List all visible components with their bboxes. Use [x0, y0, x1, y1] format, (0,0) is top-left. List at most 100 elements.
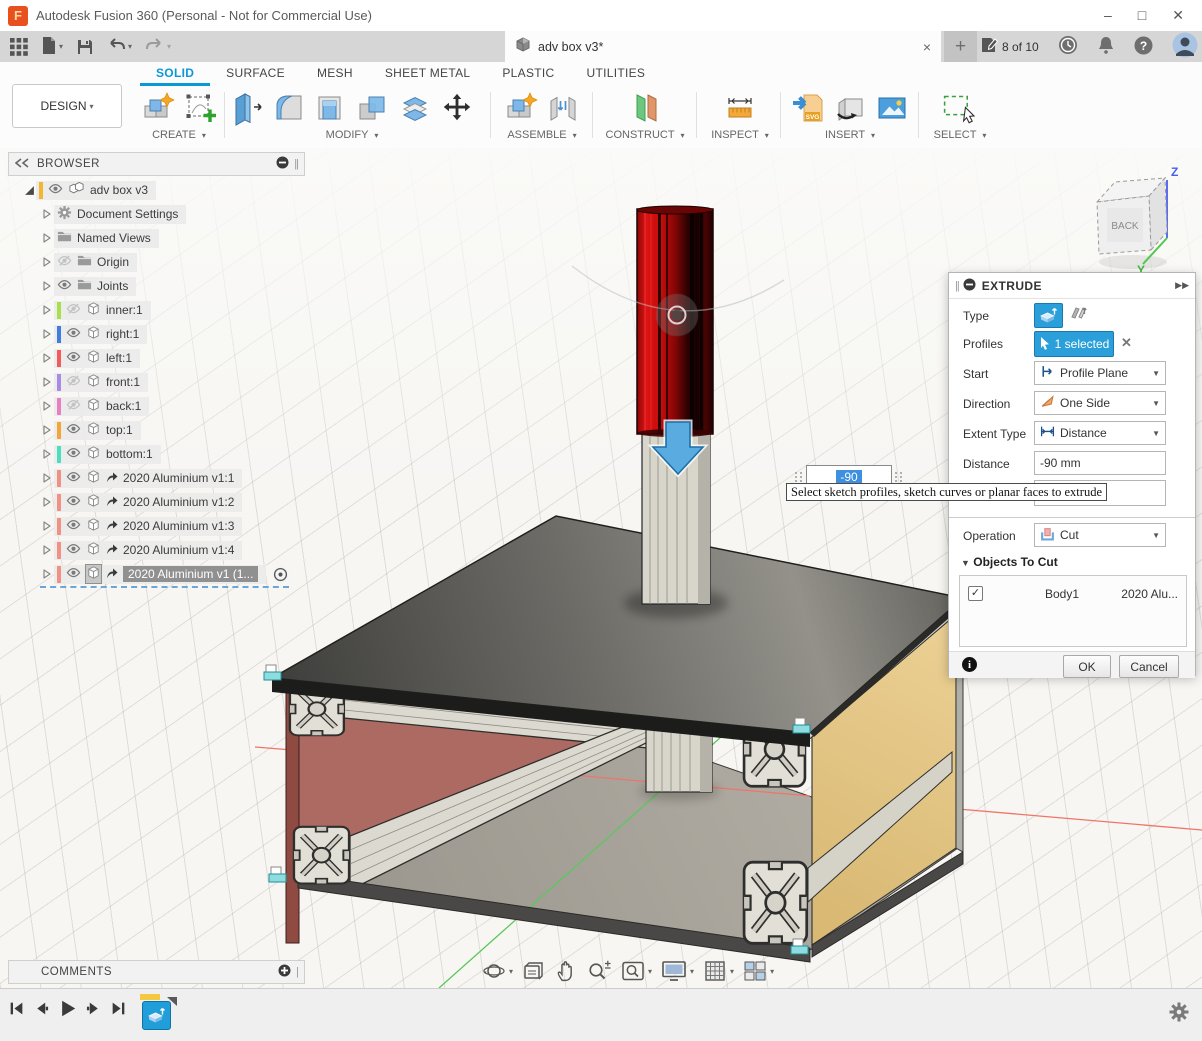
- tab-sheet-metal[interactable]: SHEET METAL: [369, 62, 487, 86]
- browser-item-2020-aluminium-v1-1[interactable]: 2020 Aluminium v1 (1...: [40, 562, 289, 588]
- visibility-on-icon[interactable]: [66, 471, 81, 485]
- visibility-on-icon[interactable]: [66, 543, 81, 557]
- visibility-on-icon[interactable]: [66, 423, 81, 437]
- skip-start-button[interactable]: [8, 1000, 25, 1020]
- add-comment-icon[interactable]: [278, 964, 291, 980]
- distance-value-selected[interactable]: -90: [836, 470, 861, 484]
- group-label-modify[interactable]: MODIFY ▾: [228, 129, 476, 141]
- measure-icon[interactable]: [721, 89, 759, 127]
- expander-icon[interactable]: [40, 449, 54, 459]
- timeline-end-marker[interactable]: [167, 997, 177, 1006]
- browser-item-2020-aluminium-v1-1[interactable]: 2020 Aluminium v1:1: [40, 466, 242, 490]
- comments-panel-header[interactable]: COMMENTS |: [8, 960, 305, 984]
- expander-icon[interactable]: [40, 257, 54, 267]
- split-icon[interactable]: [396, 89, 434, 127]
- browser-item-front-1[interactable]: front:1: [40, 370, 148, 394]
- visibility-on-icon[interactable]: [48, 183, 63, 197]
- fillet-icon[interactable]: [270, 89, 308, 127]
- expander-icon[interactable]: [40, 425, 54, 435]
- save-button[interactable]: [77, 39, 93, 55]
- fit-tool[interactable]: ▾: [621, 959, 652, 983]
- browser-item-joints[interactable]: Joints: [40, 274, 136, 298]
- group-label-create[interactable]: CREATE ▾: [132, 129, 226, 141]
- new-body-icon[interactable]: [139, 89, 177, 127]
- visibility-off-icon[interactable]: [66, 303, 81, 317]
- job-status-icon[interactable]: [1058, 35, 1078, 58]
- expander-icon[interactable]: [40, 377, 54, 387]
- browser-item-bottom-1[interactable]: bottom:1: [40, 442, 161, 466]
- object-row[interactable]: ✓ Body1 2020 Alu...: [960, 576, 1186, 611]
- browser-item-adv-box-v3[interactable]: adv box v3: [22, 178, 156, 202]
- avatar[interactable]: [1172, 32, 1198, 61]
- app-launcher-icon[interactable]: [10, 38, 28, 56]
- browser-item-back-1[interactable]: back:1: [40, 394, 149, 418]
- type-thin-button[interactable]: [1065, 303, 1092, 326]
- tab-mesh[interactable]: MESH: [301, 62, 369, 86]
- display-settings-tool[interactable]: ▾: [661, 959, 694, 983]
- expander-icon[interactable]: [40, 233, 54, 243]
- group-label-construct[interactable]: CONSTRUCT ▾: [596, 129, 694, 141]
- expander-icon[interactable]: [40, 569, 54, 579]
- start-dropdown[interactable]: Profile Plane▼: [1034, 361, 1166, 385]
- dialog-collapse-icon[interactable]: [963, 278, 976, 294]
- visibility-on-icon[interactable]: [66, 519, 81, 533]
- new-component-icon[interactable]: [502, 89, 540, 127]
- browser-item-inner-1[interactable]: inner:1: [40, 298, 151, 322]
- construct-plane-icon[interactable]: [626, 89, 664, 127]
- browser-item-document-settings[interactable]: Document Settings: [40, 202, 186, 226]
- expander-icon[interactable]: [40, 281, 54, 291]
- viewports-tool[interactable]: ▾: [743, 959, 774, 983]
- visibility-off-icon[interactable]: [57, 255, 72, 269]
- view-cube[interactable]: BACK Z Y: [1085, 158, 1197, 276]
- help-icon[interactable]: ?: [1134, 36, 1153, 58]
- create-sketch-icon[interactable]: [181, 89, 219, 127]
- expander-icon[interactable]: [40, 401, 54, 411]
- skip-end-button[interactable]: [110, 1000, 127, 1020]
- group-label-insert[interactable]: INSERT ▾: [784, 129, 916, 141]
- expander-icon[interactable]: [40, 329, 54, 339]
- tab-utilities[interactable]: UTILITIES: [571, 62, 662, 86]
- visibility-on-icon[interactable]: [66, 495, 81, 509]
- expander-open-icon[interactable]: [22, 185, 36, 196]
- objects-to-cut-header[interactable]: ▼ Objects To Cut: [961, 555, 1058, 569]
- maximize-button[interactable]: □: [1138, 7, 1146, 24]
- info-icon[interactable]: i: [962, 657, 977, 672]
- extent-type-dropdown[interactable]: Distance▼: [1034, 421, 1166, 445]
- timeline-settings-icon[interactable]: [1168, 1001, 1190, 1026]
- browser-item-top-1[interactable]: top:1: [40, 418, 141, 442]
- browser-item-origin[interactable]: Origin: [40, 250, 137, 274]
- expander-icon[interactable]: [40, 521, 54, 531]
- step-forward-button[interactable]: [85, 1000, 102, 1020]
- grid-display-tool[interactable]: ▾: [703, 959, 734, 983]
- drag-grip-icon[interactable]: [795, 472, 803, 482]
- expander-icon[interactable]: [40, 305, 54, 315]
- move-icon[interactable]: [438, 89, 476, 127]
- object-checkbox[interactable]: ✓: [968, 586, 983, 601]
- expander-icon[interactable]: [40, 545, 54, 555]
- group-label-inspect[interactable]: INSPECT ▾: [700, 129, 780, 141]
- type-solid-button[interactable]: [1034, 303, 1063, 328]
- notifications-icon[interactable]: [1097, 36, 1115, 57]
- orbit-tool[interactable]: ▾: [482, 959, 513, 983]
- expander-icon[interactable]: [40, 353, 54, 363]
- visibility-off-icon[interactable]: [66, 399, 81, 413]
- file-menu-button[interactable]: ▾: [42, 37, 63, 57]
- joint-icon[interactable]: [544, 89, 582, 127]
- group-label-assemble[interactable]: ASSEMBLE ▾: [494, 129, 590, 141]
- document-tab[interactable]: adv box v3* ×: [505, 31, 941, 62]
- new-tab-button[interactable]: +: [944, 31, 977, 62]
- look-at-tool[interactable]: [522, 959, 546, 983]
- workspace-selector-button[interactable]: DESIGN▾: [12, 84, 122, 128]
- version-badge[interactable]: 8 of 10: [980, 36, 1039, 57]
- shell-icon[interactable]: [312, 89, 350, 127]
- operation-dropdown[interactable]: Cut▼: [1034, 523, 1166, 547]
- expander-icon[interactable]: [40, 473, 54, 483]
- canvas-icon[interactable]: [873, 89, 911, 127]
- visibility-on-icon[interactable]: [66, 351, 81, 365]
- browser-item-2020-aluminium-v1-2[interactable]: 2020 Aluminium v1:2: [40, 490, 242, 514]
- press-pull-icon[interactable]: [228, 89, 266, 127]
- expander-icon[interactable]: [40, 209, 54, 219]
- activate-component-icon[interactable]: [272, 566, 289, 583]
- visibility-on-icon[interactable]: [66, 327, 81, 341]
- dialog-expand-icon[interactable]: ▶▶: [1175, 280, 1189, 291]
